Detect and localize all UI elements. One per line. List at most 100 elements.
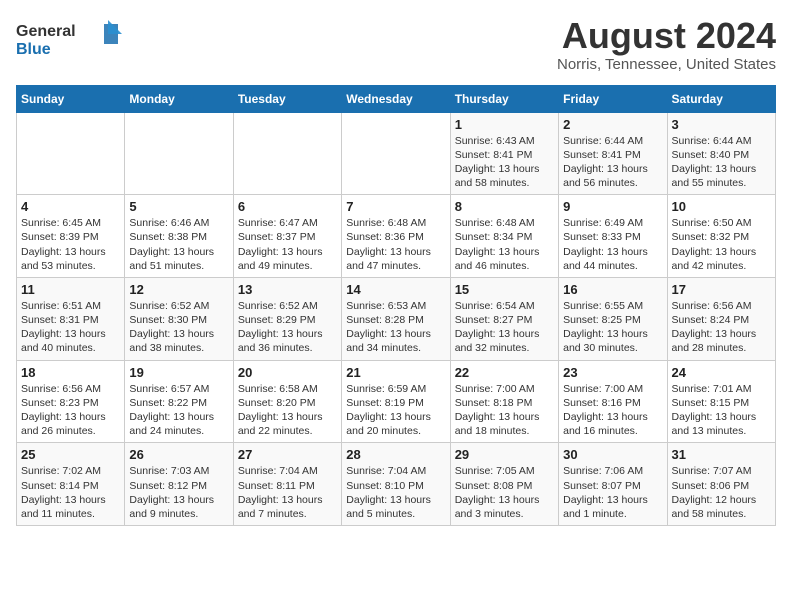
calendar-cell: 4 Sunrise: 6:45 AMSunset: 8:39 PMDaylight… [17, 195, 125, 278]
svg-text:Blue: Blue [16, 41, 51, 58]
day-number: 2 [563, 117, 662, 132]
day-number: 26 [129, 447, 228, 462]
day-info: Sunrise: 6:48 AMSunset: 8:36 PMDaylight:… [346, 216, 445, 273]
week-row-2: 11 Sunrise: 6:51 AMSunset: 8:31 PMDayligh… [17, 277, 776, 360]
day-number: 27 [238, 447, 337, 462]
day-number: 23 [563, 365, 662, 380]
header-cell-tuesday: Tuesday [233, 85, 341, 112]
day-number: 21 [346, 365, 445, 380]
day-info: Sunrise: 6:58 AMSunset: 8:20 PMDaylight:… [238, 382, 337, 439]
day-number: 6 [238, 199, 337, 214]
logo-svg: General Blue [16, 16, 126, 60]
day-number: 3 [672, 117, 771, 132]
day-info: Sunrise: 6:53 AMSunset: 8:28 PMDaylight:… [346, 299, 445, 356]
day-number: 15 [455, 282, 554, 297]
day-number: 12 [129, 282, 228, 297]
calendar-cell: 28 Sunrise: 7:04 AMSunset: 8:10 PMDayligh… [342, 443, 450, 526]
day-number: 10 [672, 199, 771, 214]
calendar-cell: 31Sunrise: 7:07 AMSunset: 8:06 PMDayligh… [667, 443, 775, 526]
day-info: Sunrise: 6:47 AMSunset: 8:37 PMDaylight:… [238, 216, 337, 273]
day-number: 5 [129, 199, 228, 214]
calendar-cell: 9Sunrise: 6:49 AMSunset: 8:33 PMDaylight… [559, 195, 667, 278]
calendar-cell: 19Sunrise: 6:57 AMSunset: 8:22 PMDayligh… [125, 360, 233, 443]
month-year: August 2024 [557, 16, 776, 56]
day-info: Sunrise: 6:51 AMSunset: 8:31 PMDaylight:… [21, 299, 120, 356]
day-number: 14 [346, 282, 445, 297]
day-number: 22 [455, 365, 554, 380]
day-info: Sunrise: 6:48 AMSunset: 8:34 PMDaylight:… [455, 216, 554, 273]
calendar-cell: 17Sunrise: 6:56 AMSunset: 8:24 PMDayligh… [667, 277, 775, 360]
day-number: 20 [238, 365, 337, 380]
calendar-cell: 7 Sunrise: 6:48 AMSunset: 8:36 PMDaylight… [342, 195, 450, 278]
header-row: SundayMondayTuesdayWednesdayThursdayFrid… [17, 85, 776, 112]
calendar-cell: 27Sunrise: 7:04 AMSunset: 8:11 PMDayligh… [233, 443, 341, 526]
day-number: 18 [21, 365, 120, 380]
week-row-1: 4 Sunrise: 6:45 AMSunset: 8:39 PMDaylight… [17, 195, 776, 278]
day-number: 7 [346, 199, 445, 214]
day-number: 8 [455, 199, 554, 214]
day-number: 19 [129, 365, 228, 380]
calendar-cell: 20 Sunrise: 6:58 AMSunset: 8:20 PMDayligh… [233, 360, 341, 443]
day-info: Sunrise: 6:54 AMSunset: 8:27 PMDaylight:… [455, 299, 554, 356]
calendar-cell [17, 112, 125, 195]
calendar-cell: 5 Sunrise: 6:46 AMSunset: 8:38 PMDaylight… [125, 195, 233, 278]
location: Norris, Tennessee, United States [557, 56, 776, 73]
calendar-cell [233, 112, 341, 195]
day-info: Sunrise: 7:00 AMSunset: 8:16 PMDaylight:… [563, 382, 662, 439]
logo: General Blue [16, 16, 126, 65]
calendar-cell: 30 Sunrise: 7:06 AMSunset: 8:07 PMDayligh… [559, 443, 667, 526]
day-info: Sunrise: 6:43 AMSunset: 8:41 PMDaylight:… [455, 134, 554, 191]
day-number: 28 [346, 447, 445, 462]
day-info: Sunrise: 7:04 AMSunset: 8:10 PMDaylight:… [346, 464, 445, 521]
calendar-body: 1 Sunrise: 6:43 AMSunset: 8:41 PMDaylight… [17, 112, 776, 525]
day-number: 29 [455, 447, 554, 462]
day-info: Sunrise: 6:52 AMSunset: 8:30 PMDaylight:… [129, 299, 228, 356]
day-info: Sunrise: 6:45 AMSunset: 8:39 PMDaylight:… [21, 216, 120, 273]
calendar-cell: 26 Sunrise: 7:03 AMSunset: 8:12 PMDayligh… [125, 443, 233, 526]
day-info: Sunrise: 7:03 AMSunset: 8:12 PMDaylight:… [129, 464, 228, 521]
week-row-4: 25 Sunrise: 7:02 AMSunset: 8:14 PMDayligh… [17, 443, 776, 526]
page-header: General Blue August 2024 Norris, Tenness… [16, 16, 776, 73]
day-number: 30 [563, 447, 662, 462]
svg-text:General: General [16, 23, 76, 40]
day-number: 4 [21, 199, 120, 214]
day-number: 25 [21, 447, 120, 462]
day-number: 31 [672, 447, 771, 462]
day-number: 1 [455, 117, 554, 132]
calendar-cell: 8 Sunrise: 6:48 AMSunset: 8:34 PMDaylight… [450, 195, 558, 278]
day-number: 16 [563, 282, 662, 297]
header-cell-friday: Friday [559, 85, 667, 112]
day-info: Sunrise: 6:46 AMSunset: 8:38 PMDaylight:… [129, 216, 228, 273]
day-info: Sunrise: 7:01 AMSunset: 8:15 PMDaylight:… [672, 382, 771, 439]
title-block: August 2024 Norris, Tennessee, United St… [557, 16, 776, 73]
header-cell-saturday: Saturday [667, 85, 775, 112]
day-info: Sunrise: 6:56 AMSunset: 8:24 PMDaylight:… [672, 299, 771, 356]
calendar-header: SundayMondayTuesdayWednesdayThursdayFrid… [17, 85, 776, 112]
calendar-cell: 16 Sunrise: 6:55 AMSunset: 8:25 PMDayligh… [559, 277, 667, 360]
day-info: Sunrise: 7:06 AMSunset: 8:07 PMDaylight:… [563, 464, 662, 521]
calendar-cell: 22 Sunrise: 7:00 AMSunset: 8:18 PMDayligh… [450, 360, 558, 443]
header-cell-sunday: Sunday [17, 85, 125, 112]
calendar-cell: 3Sunrise: 6:44 AMSunset: 8:40 PMDaylight… [667, 112, 775, 195]
header-cell-thursday: Thursday [450, 85, 558, 112]
calendar-cell: 25 Sunrise: 7:02 AMSunset: 8:14 PMDayligh… [17, 443, 125, 526]
day-info: Sunrise: 6:52 AMSunset: 8:29 PMDaylight:… [238, 299, 337, 356]
day-info: Sunrise: 7:02 AMSunset: 8:14 PMDaylight:… [21, 464, 120, 521]
calendar-cell: 24Sunrise: 7:01 AMSunset: 8:15 PMDayligh… [667, 360, 775, 443]
week-row-3: 18Sunrise: 6:56 AMSunset: 8:23 PMDayligh… [17, 360, 776, 443]
calendar-cell: 13Sunrise: 6:52 AMSunset: 8:29 PMDayligh… [233, 277, 341, 360]
calendar-cell: 10 Sunrise: 6:50 AMSunset: 8:32 PMDayligh… [667, 195, 775, 278]
calendar-table: SundayMondayTuesdayWednesdayThursdayFrid… [16, 85, 776, 526]
day-number: 11 [21, 282, 120, 297]
day-info: Sunrise: 6:55 AMSunset: 8:25 PMDaylight:… [563, 299, 662, 356]
header-cell-wednesday: Wednesday [342, 85, 450, 112]
day-info: Sunrise: 6:50 AMSunset: 8:32 PMDaylight:… [672, 216, 771, 273]
logo-text: General Blue [16, 16, 126, 65]
calendar-cell: 15 Sunrise: 6:54 AMSunset: 8:27 PMDayligh… [450, 277, 558, 360]
day-info: Sunrise: 6:59 AMSunset: 8:19 PMDaylight:… [346, 382, 445, 439]
calendar-cell [125, 112, 233, 195]
day-info: Sunrise: 6:49 AMSunset: 8:33 PMDaylight:… [563, 216, 662, 273]
week-row-0: 1 Sunrise: 6:43 AMSunset: 8:41 PMDaylight… [17, 112, 776, 195]
day-info: Sunrise: 7:00 AMSunset: 8:18 PMDaylight:… [455, 382, 554, 439]
calendar-cell: 12 Sunrise: 6:52 AMSunset: 8:30 PMDayligh… [125, 277, 233, 360]
